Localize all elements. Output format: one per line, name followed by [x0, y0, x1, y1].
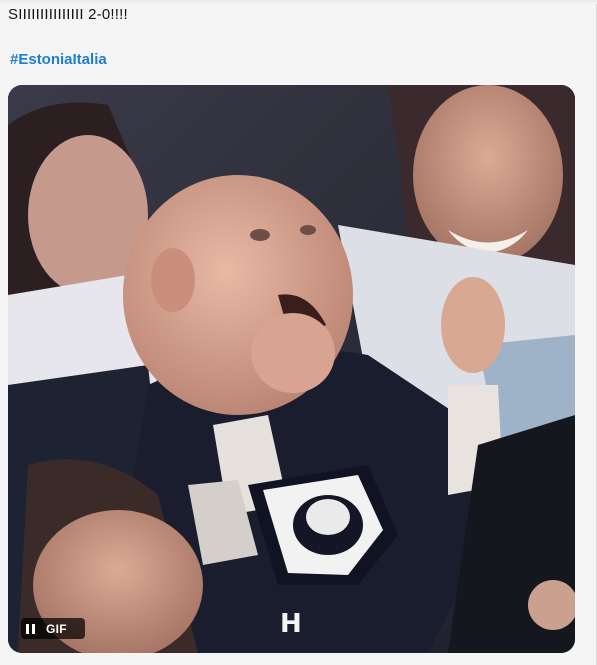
- gif-media[interactable]: GIF H: [8, 85, 575, 653]
- gif-frame-image: [8, 85, 575, 653]
- gif-control-badge[interactable]: GIF: [21, 618, 85, 639]
- tweet-text: SIIIIIIIIIIIIIII 2-0!!!!: [8, 6, 128, 23]
- previous-line-fragment: [0, 0, 597, 4]
- pause-icon[interactable]: [21, 618, 39, 639]
- tweet-container: SIIIIIIIIIIIIIII 2-0!!!! #EstoniaItalia: [0, 0, 597, 665]
- gif-label: GIF: [46, 621, 67, 636]
- hashtag-link[interactable]: #EstoniaItalia: [10, 51, 107, 68]
- seat-row-letter: H: [280, 609, 302, 639]
